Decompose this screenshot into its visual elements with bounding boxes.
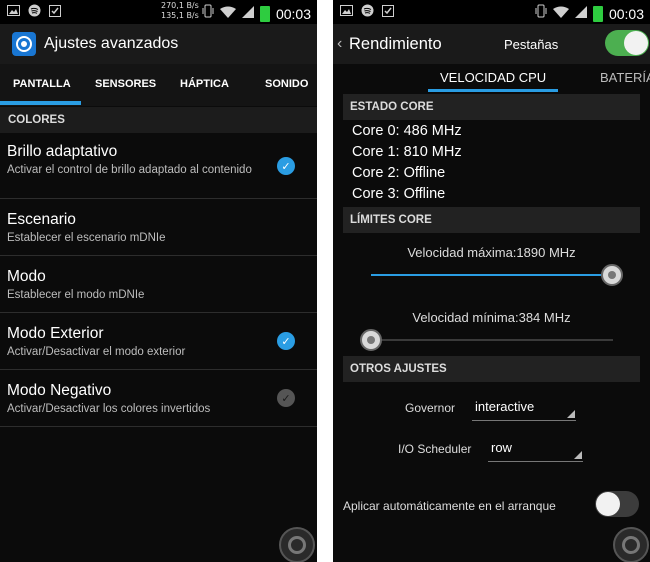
battery-icon: [259, 5, 270, 22]
tab-haptica[interactable]: HÁPTICA: [180, 78, 229, 90]
floating-home-button[interactable]: [613, 527, 649, 562]
tab-indicator: [0, 101, 81, 105]
image-notification-icon: [6, 4, 20, 17]
core-0-status: Core 0: 486 MHz: [352, 123, 462, 139]
action-bar: ‹ Rendimiento Pestañas: [333, 24, 650, 64]
wifi-icon: [552, 5, 569, 23]
signal-icon: [241, 5, 254, 23]
section-header-otros-ajustes: OTROS AJUSTES: [343, 356, 640, 382]
tab-sonido[interactable]: SONIDO: [265, 78, 308, 90]
tab-velocidad-cpu[interactable]: VELOCIDAD CPU: [440, 70, 546, 85]
section-header-limites-core: LÍMITES CORE: [343, 207, 640, 233]
left-screen: 270,1 B/s 135,1 B/s 00:03 Ajustes avanza…: [0, 0, 317, 562]
apply-on-boot-label: Aplicar automáticamente en el arranque: [343, 499, 556, 513]
wifi-icon: [219, 5, 236, 23]
page-title[interactable]: Rendimiento: [349, 35, 442, 54]
tab-indicator: [428, 89, 558, 92]
tab-sensores[interactable]: SENSORES: [95, 78, 156, 90]
setting-brillo-adaptativo[interactable]: Brillo adaptativo Activar el control de …: [0, 134, 317, 199]
floating-home-button[interactable]: [279, 527, 315, 562]
tabs-toggle-label: Pestañas: [504, 37, 559, 52]
section-header-colores: COLORES: [0, 107, 317, 133]
setting-escenario[interactable]: Escenario Establecer el escenario mDNIe: [0, 199, 317, 256]
action-bar: Ajustes avanzados: [0, 24, 317, 64]
network-speed: 270,1 B/s 135,1 B/s: [161, 1, 199, 20]
battery-icon: [592, 5, 603, 22]
governor-label: Governor: [405, 401, 456, 415]
vibrate-icon: [202, 4, 214, 23]
status-bar: 00:03: [333, 0, 650, 24]
setting-modo-exterior[interactable]: Modo Exterior Activar/Desactivar el modo…: [0, 313, 317, 370]
check-icon[interactable]: ✓: [277, 332, 295, 350]
vibrate-icon: [535, 4, 547, 23]
clock: 00:03: [275, 5, 311, 22]
scheduler-label: I/O Scheduler: [398, 442, 472, 456]
tabs-toggle[interactable]: [605, 30, 649, 56]
spotify-icon: [27, 4, 41, 17]
back-chevron-icon[interactable]: ‹: [337, 35, 342, 53]
setting-modo-negativo[interactable]: Modo Negativo Activar/Desactivar los col…: [0, 370, 317, 427]
scheduler-dropdown[interactable]: row: [488, 437, 583, 462]
clipboard-check-icon: [381, 4, 395, 17]
max-speed-label: Velocidad máxima:1890 MHz: [407, 245, 576, 260]
setting-modo[interactable]: Modo Establecer el modo mDNIe: [0, 256, 317, 313]
core-1-status: Core 1: 810 MHz: [352, 144, 462, 160]
apply-on-boot-toggle[interactable]: [595, 491, 639, 517]
core-2-status: Core 2: Offline: [352, 165, 446, 181]
core-3-status: Core 3: Offline: [352, 186, 446, 202]
min-speed-thumb[interactable]: [360, 329, 382, 351]
min-speed-slider[interactable]: [360, 327, 613, 353]
signal-icon: [574, 5, 587, 23]
section-header-estado-core: ESTADO CORE: [343, 94, 640, 120]
max-speed-slider[interactable]: [371, 262, 623, 288]
clipboard-check-icon: [48, 4, 62, 17]
clock: 00:03: [608, 5, 644, 22]
governor-dropdown[interactable]: interactive: [472, 396, 576, 421]
app-title: Ajustes avanzados: [44, 35, 179, 52]
min-speed-label: Velocidad mínima:384 MHz: [412, 310, 571, 325]
tab-bar: VELOCIDAD CPU BATERÍA: [333, 64, 650, 94]
tab-pantalla[interactable]: PANTALLA: [13, 78, 71, 90]
spotify-icon: [360, 4, 374, 17]
status-bar: 270,1 B/s 135,1 B/s 00:03: [0, 0, 317, 24]
tab-bar: PANTALLA SENSORES HÁPTICA SONIDO: [0, 64, 317, 106]
check-icon[interactable]: ✓: [277, 157, 295, 175]
image-notification-icon: [339, 4, 353, 17]
check-icon[interactable]: ✓: [277, 389, 295, 407]
app-logo-icon[interactable]: [12, 32, 36, 56]
right-screen: 00:03 ‹ Rendimiento Pestañas VELOCIDAD C…: [333, 0, 650, 562]
max-speed-thumb[interactable]: [601, 264, 623, 286]
tab-bateria[interactable]: BATERÍA: [600, 70, 650, 85]
